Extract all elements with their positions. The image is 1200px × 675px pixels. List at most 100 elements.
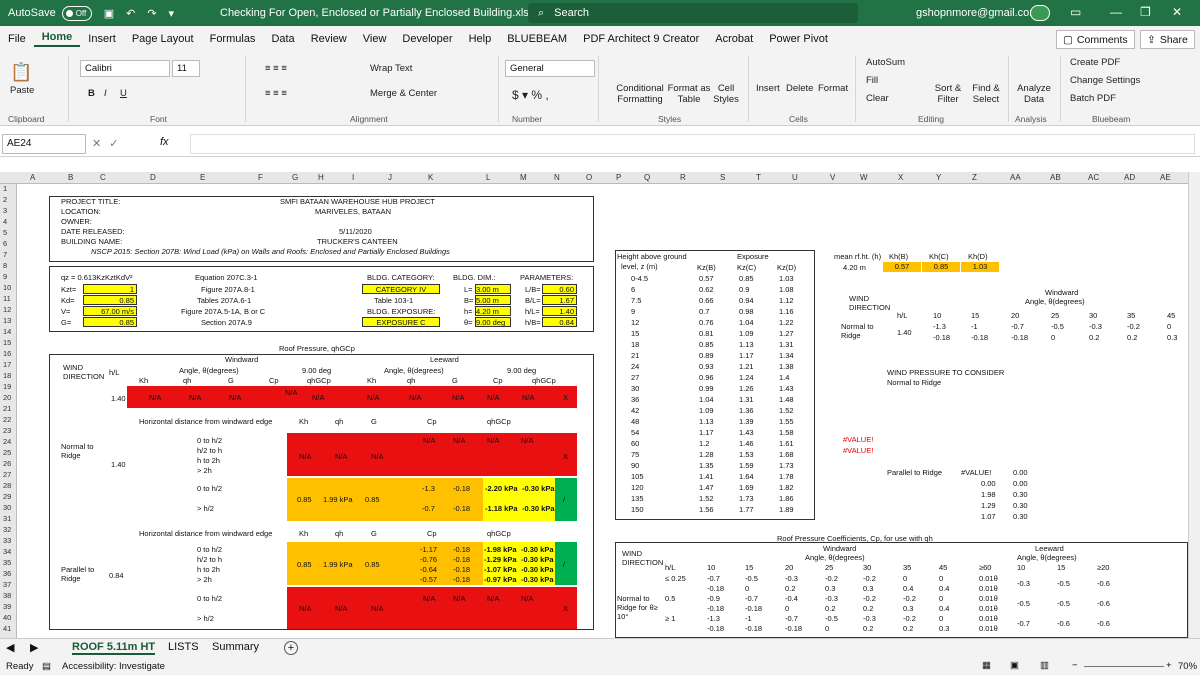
kzt-value[interactable]: 1 [83, 284, 137, 294]
tab-pdf-architect[interactable]: PDF Architect 9 Creator [575, 33, 707, 45]
column-header[interactable]: C [100, 173, 106, 182]
tab-bluebeam[interactable]: BLUEBEAM [499, 33, 575, 45]
column-header[interactable]: W [860, 173, 868, 182]
row-header[interactable]: 31 [3, 514, 11, 523]
tab-formulas[interactable]: Formulas [202, 33, 264, 45]
row-header[interactable]: 25 [3, 448, 11, 457]
tab-summary[interactable]: Summary [212, 641, 259, 653]
column-header[interactable]: S [720, 173, 725, 182]
account-email[interactable]: gshopnmore@gmail.com [916, 7, 1038, 19]
delete-cells-button[interactable]: Delete [786, 83, 813, 94]
row-header[interactable]: 8 [3, 261, 7, 270]
bldg-category-value[interactable]: CATEGORY IV [362, 284, 440, 294]
row-header[interactable]: 32 [3, 525, 11, 534]
column-header[interactable]: AB [1050, 173, 1061, 182]
change-settings-button[interactable]: Change Settings [1070, 75, 1140, 86]
find-select-button[interactable]: Find & Select [966, 83, 1006, 105]
row-header[interactable]: 4 [3, 217, 7, 226]
redo-icon[interactable]: ↷ [147, 7, 156, 20]
tab-developer[interactable]: Developer [394, 33, 460, 45]
row-header[interactable]: 19 [3, 382, 11, 391]
analyze-data-button[interactable]: Analyze Data [1015, 83, 1053, 105]
column-header[interactable]: A [30, 173, 35, 182]
row-header[interactable]: 21 [3, 404, 11, 413]
row-header[interactable]: 27 [3, 470, 11, 479]
paste-icon[interactable]: 📋 [10, 62, 32, 83]
row-header[interactable]: 37 [3, 580, 11, 589]
tab-help[interactable]: Help [461, 33, 500, 45]
column-header[interactable]: AC [1088, 173, 1099, 182]
fx-icon[interactable]: fx [160, 136, 169, 148]
column-header[interactable]: L [486, 173, 490, 182]
formula-input[interactable] [190, 134, 1195, 154]
column-header[interactable]: Z [972, 173, 977, 182]
row-header[interactable]: 34 [3, 547, 11, 556]
column-header[interactable]: E [200, 173, 205, 182]
fill-button[interactable]: Fill [866, 75, 878, 86]
column-header[interactable]: D [150, 173, 156, 182]
italic-icon[interactable]: I [104, 88, 107, 99]
B-value[interactable]: 5.00 m [475, 295, 511, 305]
currency-icon[interactable]: $ ▾ % , [512, 88, 549, 102]
column-header[interactable]: AE [1160, 173, 1171, 182]
batch-pdf-button[interactable]: Batch PDF [1070, 93, 1116, 104]
autosave-toggle[interactable]: Off [61, 5, 92, 21]
row-header[interactable]: 16 [3, 349, 11, 358]
row-header[interactable]: 6 [3, 239, 7, 248]
column-header[interactable]: T [756, 173, 761, 182]
row-header[interactable]: 17 [3, 360, 11, 369]
column-header[interactable]: M [520, 173, 527, 182]
cell-styles-button[interactable]: Cell Styles [705, 83, 747, 105]
tab-page-layout[interactable]: Page Layout [124, 33, 202, 45]
autosum-button[interactable]: AutoSum [866, 57, 905, 68]
theta-value[interactable]: 9.00 deg [475, 317, 511, 327]
column-header[interactable]: Q [644, 173, 650, 182]
column-header[interactable]: AD [1124, 173, 1135, 182]
column-header[interactable]: X [898, 173, 903, 182]
h-value[interactable]: 4.20 m [475, 306, 511, 316]
avatar[interactable] [1030, 5, 1050, 21]
accessibility-status[interactable]: Accessibility: Investigate [62, 661, 165, 672]
restore-icon[interactable]: ❐ [1140, 5, 1151, 19]
row-header[interactable]: 33 [3, 536, 11, 545]
zoom-out-icon[interactable]: − [1072, 660, 1078, 671]
L-value[interactable]: 3.00 m [475, 284, 511, 294]
column-header[interactable]: O [586, 173, 592, 182]
close-icon[interactable]: ✕ [1172, 5, 1182, 19]
row-header[interactable]: 26 [3, 459, 11, 468]
macro-icon[interactable]: ▤ [42, 661, 51, 672]
merge-center-button[interactable]: Merge & Center [370, 88, 437, 99]
search-box[interactable]: ⌕ Search [528, 3, 858, 23]
row-header[interactable]: 41 [3, 624, 11, 633]
name-box[interactable]: AE24 [2, 134, 86, 154]
tab-file[interactable]: File [0, 33, 34, 45]
column-header[interactable]: B [68, 173, 73, 182]
row-header[interactable]: 10 [3, 283, 11, 292]
row-header[interactable]: 9 [3, 272, 7, 281]
row-header[interactable]: 23 [3, 426, 11, 435]
v-value[interactable]: 67.00 m/s [83, 306, 137, 316]
row-header[interactable]: 18 [3, 371, 11, 380]
font-size-select[interactable]: 11 [172, 60, 200, 77]
row-header[interactable]: 30 [3, 503, 11, 512]
row-header[interactable]: 1 [3, 184, 7, 193]
row-header[interactable]: 36 [3, 569, 11, 578]
undo-icon[interactable]: ↶ [126, 7, 135, 20]
align-top-icon[interactable]: ≡ ≡ ≡ [265, 63, 287, 74]
column-header[interactable]: U [792, 173, 798, 182]
row-header[interactable]: 38 [3, 591, 11, 600]
formula-buttons[interactable]: ✕✓ [92, 137, 126, 150]
column-header[interactable]: F [258, 173, 263, 182]
save-icon[interactable]: ▣ [104, 7, 114, 20]
tab-data[interactable]: Data [263, 33, 302, 45]
bold-icon[interactable]: B [88, 88, 95, 99]
normal-view-icon[interactable]: ▦ [982, 660, 991, 671]
insert-cells-button[interactable]: Insert [756, 83, 780, 94]
row-header[interactable]: 13 [3, 316, 11, 325]
paste-button[interactable]: Paste [10, 85, 34, 96]
column-header[interactable]: J [388, 173, 392, 182]
zoom-slider[interactable] [1084, 666, 1164, 667]
page-layout-icon[interactable]: ▣ [1010, 660, 1019, 671]
zoom-in-icon[interactable]: + [1166, 660, 1172, 671]
clear-button[interactable]: Clear [866, 93, 889, 104]
